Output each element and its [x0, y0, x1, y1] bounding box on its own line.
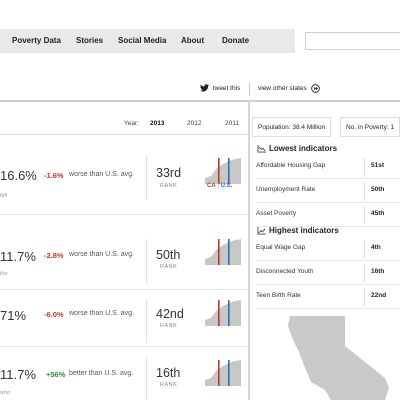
content-top-border: [0, 100, 400, 102]
share-divider: [249, 82, 250, 96]
change-value: -2.8%: [44, 251, 64, 260]
main-nav: Poverty Data Stories Social Media About …: [0, 29, 295, 53]
rank-divider: [364, 288, 365, 306]
rank-value: 33rd: [156, 166, 182, 180]
indicator-name: Asset Poverty: [256, 210, 297, 217]
rank-divider: [364, 206, 365, 224]
nav-stories[interactable]: Stories: [76, 29, 103, 53]
year-label: Year:: [124, 120, 139, 127]
indicator-percent: 71%: [0, 308, 27, 323]
view-other-states-label: view other states: [258, 85, 307, 92]
year-2011-tab[interactable]: 2011: [225, 120, 239, 127]
rank-label: RANK: [160, 323, 178, 329]
nav-poverty-data[interactable]: Poverty Data: [12, 29, 61, 53]
california-map: [288, 316, 389, 400]
ca-label: CA: [207, 183, 216, 189]
tweet-this-label: tweet this: [212, 85, 241, 92]
indicator-rank: 22nd: [371, 292, 387, 299]
change-value: +56%: [46, 370, 66, 379]
indicator-description: the: [0, 271, 8, 277]
comparison-text: worse than U.S. avg.: [69, 171, 134, 178]
indicator-rank: 50th: [371, 186, 385, 193]
indicator-rank: 45th: [371, 210, 385, 217]
nav-social-media[interactable]: Social Media: [118, 29, 166, 53]
year-2012-tab[interactable]: 2012: [187, 120, 201, 127]
rank-divider: [146, 358, 147, 400]
poverty-count-stat: No. in Poverty: 1: [340, 117, 400, 137]
us-label: U.S.: [220, 183, 233, 189]
indicator-item[interactable]: Asset Poverty 45th: [256, 203, 400, 227]
ca-us-legend: CA | U.S.: [207, 183, 233, 189]
rank-value: 16th: [156, 366, 181, 380]
row-divider: [0, 346, 248, 347]
indicator-name: Unemployment Rate: [256, 186, 316, 193]
indicator-percent: 11.7%: [0, 367, 36, 382]
rank-divider: [364, 182, 365, 200]
population-stat: Population: 38.4 Million: [252, 117, 332, 137]
search-input[interactable]: [305, 32, 400, 50]
indicator-item[interactable]: Equal Wage Gap 4th: [256, 237, 400, 261]
year-header-divider: [0, 134, 248, 135]
indicator-description: who: [0, 390, 11, 396]
rank-divider: [146, 239, 147, 283]
rank-label: RANK: [160, 183, 178, 189]
indicator-name: Disconnected Youth: [256, 268, 314, 275]
view-other-states-link[interactable]: view other states: [258, 81, 320, 97]
indicator-item[interactable]: Unemployment Rate 50th: [256, 179, 400, 203]
arrow-circle-icon: [310, 83, 320, 93]
indicator-name: Teen Birth Rate: [256, 292, 301, 299]
comparison-text: better than U.S. avg.: [69, 370, 134, 377]
indicator-percent: 16.6%: [0, 168, 37, 183]
lowest-indicators-heading: Lowest indicators: [257, 144, 337, 153]
rank-divider: [364, 264, 365, 282]
indicator-item[interactable]: Disconnected Youth 16th: [256, 261, 400, 285]
nav-about[interactable]: About: [181, 29, 204, 53]
year-2013-tab[interactable]: 2013: [150, 120, 164, 127]
highest-indicators-heading: Highest indicators: [257, 226, 339, 235]
indicator-percent: 11.7%: [0, 249, 36, 264]
rank-value: 42nd: [156, 307, 184, 321]
row-divider: [0, 289, 248, 290]
rank-divider: [364, 240, 365, 258]
indicator-name: Affordable Housing Gap: [256, 162, 326, 169]
rank-trend-chart: [205, 158, 241, 184]
indicator-item[interactable]: Affordable Housing Gap 51st: [256, 155, 400, 179]
rank-label: RANK: [160, 264, 178, 270]
tweet-this-link[interactable]: tweet this: [200, 81, 240, 97]
highest-indicators-title: Highest indicators: [269, 226, 339, 235]
indicator-item[interactable]: Teen Birth Rate 22nd: [256, 285, 400, 309]
comparison-text: worse than U.S. avg.: [69, 251, 134, 258]
indicator-name: Equal Wage Gap: [256, 244, 306, 251]
comparison-text: worse than U.S. avg.: [69, 310, 134, 317]
rank-trend-chart: [205, 300, 241, 326]
indicator-description: fell: [0, 193, 8, 199]
rank-trend-chart: [205, 360, 241, 386]
panel-divider: [248, 100, 250, 400]
rank-divider: [364, 158, 365, 176]
rank-divider: [146, 299, 147, 343]
indicator-rank: 16th: [371, 268, 385, 275]
rank-trend-chart: [205, 239, 241, 265]
rank-divider: [146, 156, 147, 200]
trend-down-icon: [257, 144, 266, 153]
indicator-rank: 51st: [371, 162, 385, 169]
change-value: -1.6%: [44, 171, 64, 180]
twitter-bird-icon: [200, 84, 209, 92]
trend-up-icon: [257, 226, 266, 235]
rank-label: RANK: [160, 382, 178, 388]
rank-value: 50th: [156, 248, 181, 262]
indicator-rank: 4th: [371, 244, 381, 251]
nav-donate[interactable]: Donate: [222, 29, 249, 53]
lowest-indicators-title: Lowest indicators: [269, 144, 338, 153]
row-divider: [0, 214, 248, 215]
change-value: -6.0%: [44, 310, 64, 319]
